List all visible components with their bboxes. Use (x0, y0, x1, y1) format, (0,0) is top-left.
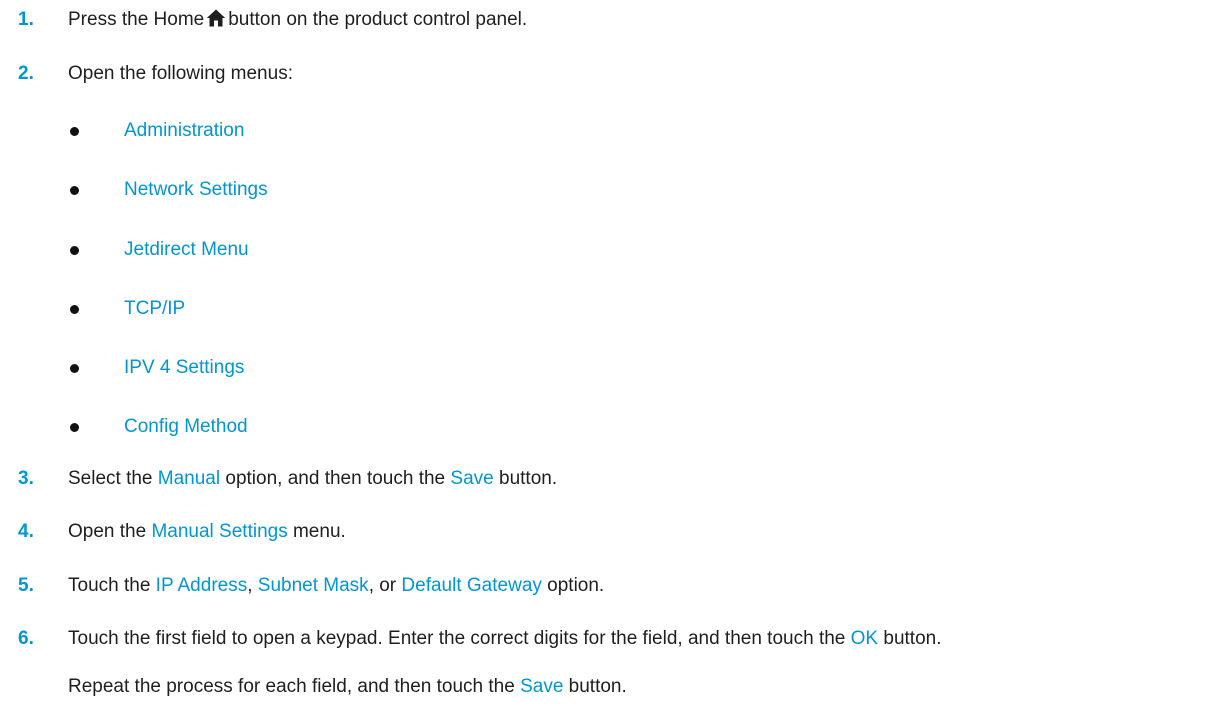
step-text-part: Select the (68, 468, 158, 489)
menu-label: Network Settings (124, 179, 268, 200)
step-text: Press the Home button on the product cont… (68, 8, 527, 32)
bullet-icon (70, 364, 79, 373)
ui-term-save: Save (520, 676, 564, 697)
step-number: 6. (18, 628, 34, 649)
bullet-icon (70, 305, 79, 314)
ui-term-ok: OK (850, 628, 879, 649)
bullet-icon (70, 423, 79, 432)
step-number: 1. (18, 9, 34, 30)
menu-label: Administration (124, 120, 245, 141)
step-text: Touch the first field to open a keypad. … (68, 627, 941, 651)
step-text-part: button on the product control panel. (228, 9, 528, 30)
menu-label: Jetdirect Menu (124, 239, 249, 260)
step-number: 5. (18, 575, 34, 596)
step-number: 3. (18, 468, 34, 489)
step-text-part: option, and then touch the (220, 468, 451, 489)
step-text-part: Repeat the process for each field, and t… (68, 676, 521, 697)
instruction-page: 1. Press the Home button on the product c… (0, 0, 1219, 708)
step-text-part: Open the (68, 521, 152, 542)
step-text: Open the Manual Settings menu. (68, 520, 346, 544)
menu-label: Config Method (124, 416, 248, 437)
step-text-part: button. (493, 468, 558, 489)
step-number: 2. (18, 63, 34, 84)
menu-label: IPV 4 Settings (124, 357, 245, 378)
step-text-part: Press the Home (68, 9, 205, 30)
step-text: Select the Manual option, and then touch… (68, 467, 557, 491)
ui-term-manual-settings: Manual Settings (151, 521, 288, 542)
step-text-part: , (247, 575, 258, 596)
ui-term-manual: Manual (157, 468, 221, 489)
ui-term-save: Save (450, 468, 494, 489)
step-text-part: menu. (287, 521, 346, 542)
ui-term-default-gateway: Default Gateway (401, 575, 542, 596)
step-text-part: Touch the (68, 575, 156, 596)
menu-label: TCP/IP (124, 298, 186, 319)
step-text-part: button. (878, 628, 942, 649)
step-text-part: Touch the first field to open a keypad. … (68, 628, 851, 649)
home-icon (206, 8, 226, 28)
bullet-icon (70, 246, 79, 255)
bullet-icon (70, 127, 79, 136)
bullet-icon (70, 186, 79, 195)
step-text: Touch the IP Address, Subnet Mask, or De… (68, 574, 604, 598)
step-text-part: , or (368, 575, 402, 596)
step-text: Repeat the process for each field, and t… (68, 675, 627, 699)
ui-term-subnet-mask: Subnet Mask (257, 575, 369, 596)
step-text-part: option. (541, 575, 605, 596)
step-text: Open the following menus: (68, 63, 293, 84)
step-text-part: button. (563, 676, 627, 697)
step-number: 4. (18, 521, 34, 542)
ui-term-ip-address: IP Address (155, 575, 248, 596)
